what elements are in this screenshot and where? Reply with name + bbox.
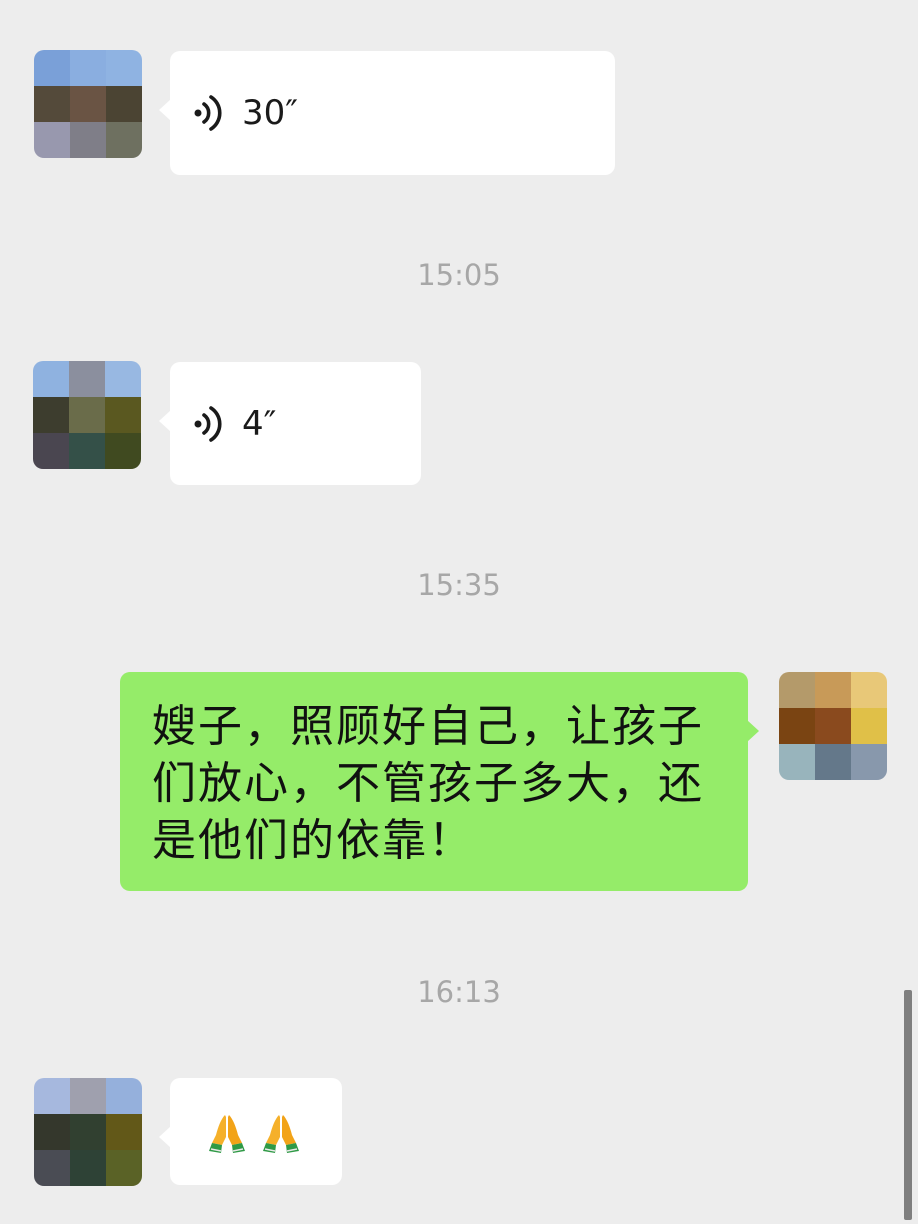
voice-duration: 4″ bbox=[242, 403, 277, 444]
contact-avatar[interactable] bbox=[33, 361, 141, 469]
timestamp: 15:05 bbox=[417, 258, 501, 292]
folded-hands-emoji bbox=[263, 1114, 299, 1153]
scrollbar[interactable] bbox=[904, 990, 912, 1220]
voice-duration: 30″ bbox=[242, 93, 298, 133]
contact-avatar[interactable] bbox=[34, 1078, 142, 1186]
message-text: 嫂子，照顾好自己，让孩子们放心，不管孩子多大，还是他们的依靠！ bbox=[152, 701, 704, 866]
contact-avatar[interactable] bbox=[34, 50, 142, 158]
my-avatar[interactable] bbox=[779, 672, 887, 780]
timestamp: 16:13 bbox=[417, 975, 501, 1009]
voice-wave-icon bbox=[194, 405, 222, 442]
timestamp: 15:35 bbox=[417, 568, 501, 602]
voice-wave-icon bbox=[194, 95, 222, 131]
voice-message-bubble[interactable]: 30″ bbox=[159, 51, 615, 175]
voice-message-bubble[interactable]: 4″ bbox=[159, 362, 421, 485]
emoji-message-bubble[interactable] bbox=[159, 1078, 342, 1185]
folded-hands-emoji bbox=[209, 1114, 245, 1153]
text-message-bubble[interactable]: 嫂子，照顾好自己，让孩子们放心，不管孩子多大，还是他们的依靠！ bbox=[120, 672, 759, 891]
